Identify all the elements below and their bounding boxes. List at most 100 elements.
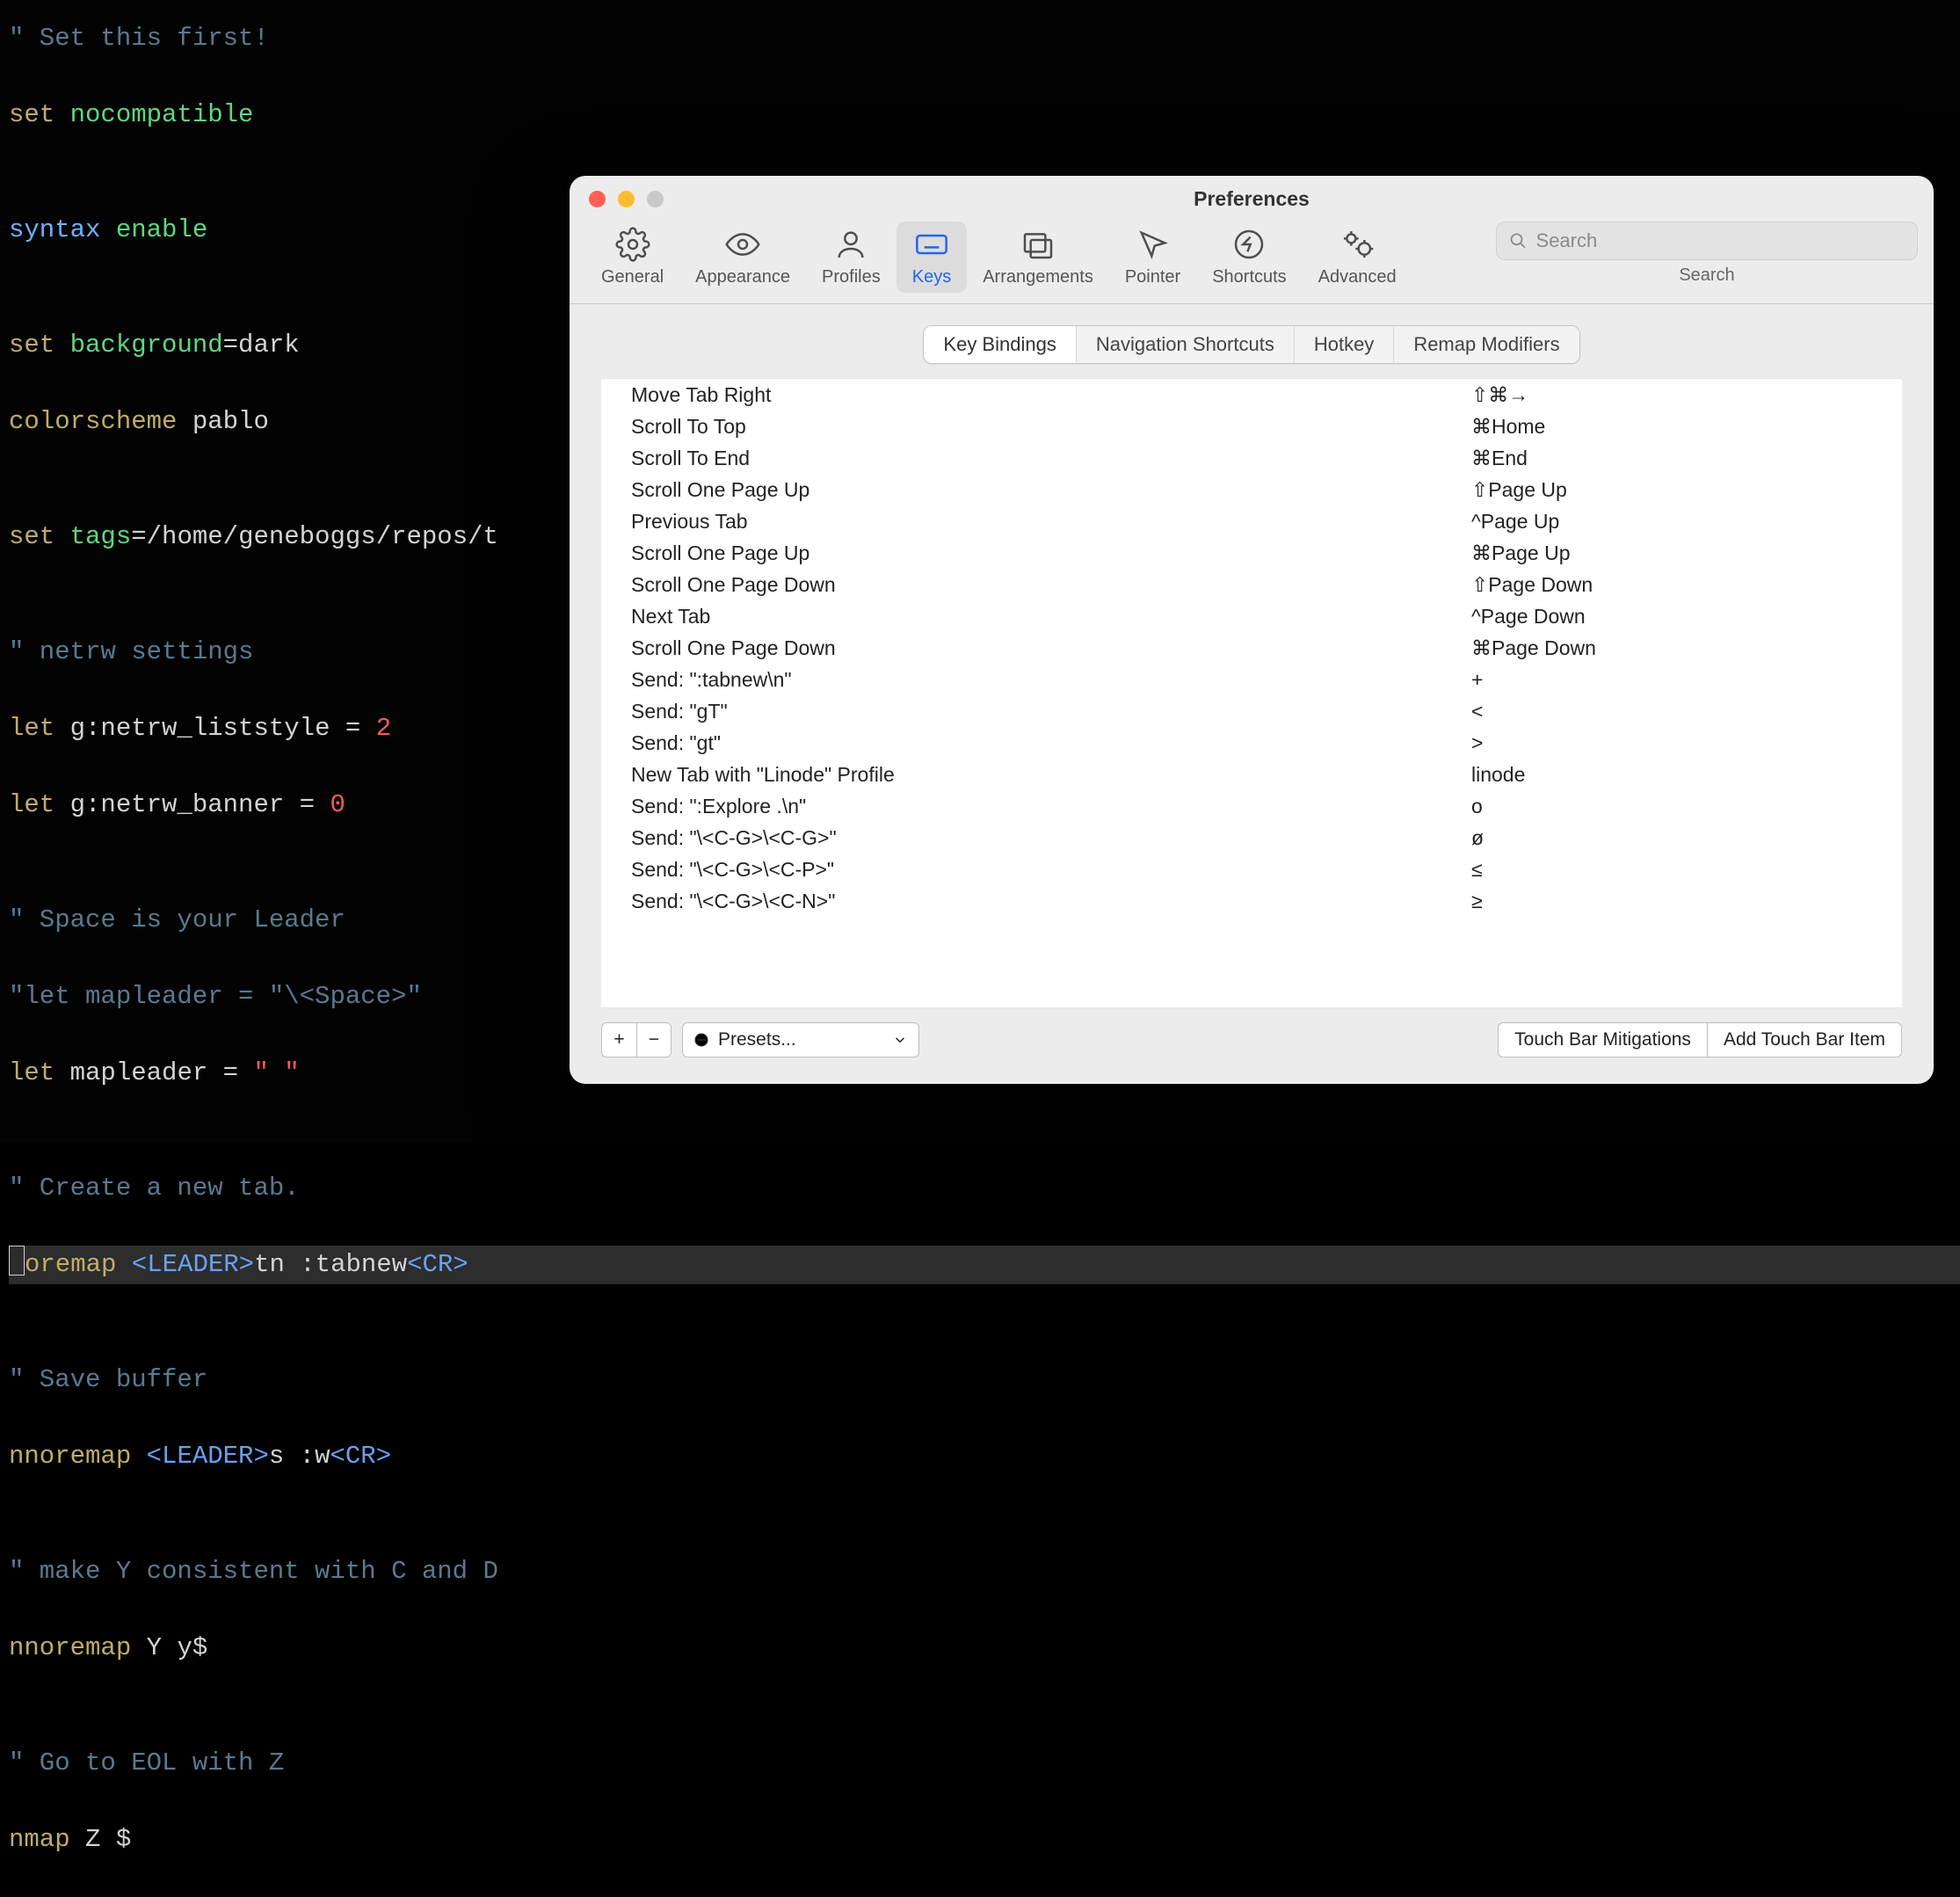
toolbar-tab-advanced[interactable]: Advanced <box>1303 222 1412 293</box>
key-binding-shortcut: > <box>1463 731 1902 755</box>
arrangements-icon <box>1020 227 1056 262</box>
key-binding-action: Send: "\<C-G>\<C-N>" <box>601 890 1463 913</box>
toolbar-tab-label: Advanced <box>1318 267 1397 287</box>
toolbar-tab-label: Profiles <box>822 267 881 287</box>
pointer-icon <box>1136 227 1171 262</box>
toolbar-tab-label: Appearance <box>695 267 790 287</box>
editor-line: " Create a new tab. <box>9 1169 1960 1208</box>
key-binding-shortcut: + <box>1463 668 1902 692</box>
key-binding-row[interactable]: Scroll One Page Down⌘Page Down <box>601 632 1902 664</box>
key-binding-row[interactable]: Send: ":tabnew\n"+ <box>601 664 1902 695</box>
editor-line: nmap Z $ <box>9 1821 1960 1859</box>
key-binding-row[interactable]: Previous Tab^Page Up <box>601 505 1902 537</box>
preferences-window: Preferences General Appearance Profiles Key… <box>570 176 1934 1084</box>
key-binding-shortcut: ⇧⌘→ <box>1463 383 1902 407</box>
touch-bar-mitigations-button[interactable]: Touch Bar Mitigations <box>1498 1022 1707 1058</box>
window-title: Preferences <box>570 187 1934 211</box>
key-binding-shortcut: ⌘Page Up <box>1463 541 1902 565</box>
toolbar-tab-label: Shortcuts <box>1212 267 1286 287</box>
toolbar-tab-keys[interactable]: Keys <box>897 222 967 293</box>
editor-line: set nocompatible <box>9 96 1960 134</box>
editor-line: " Save buffer <box>9 1361 1960 1399</box>
editor-line: " Go to EOL with Z <box>9 1744 1960 1783</box>
key-binding-row[interactable]: Send: ":Explore .\n"o <box>601 790 1902 822</box>
add-touch-bar-item-button[interactable]: Add Touch Bar Item <box>1707 1022 1902 1058</box>
toolbar-tab-general[interactable]: General <box>585 222 679 293</box>
presets-dropdown[interactable]: Presets... <box>682 1022 919 1058</box>
key-binding-action: New Tab with "Linode" Profile <box>601 763 1463 787</box>
key-binding-shortcut: < <box>1463 700 1902 723</box>
toolbar-search: Search <box>1496 222 1918 286</box>
toolbar-tab-label: Arrangements <box>983 267 1093 287</box>
toolbar-tab-label: Keys <box>912 267 951 287</box>
keys-icon <box>914 227 949 262</box>
editor-line: " Set this first! <box>9 19 1960 58</box>
key-binding-action: Scroll One Page Up <box>601 478 1463 502</box>
toolbar-tab-appearance[interactable]: Appearance <box>679 222 806 293</box>
subtab-hotkey[interactable]: Hotkey <box>1295 326 1394 363</box>
key-binding-action: Scroll To End <box>601 447 1463 470</box>
key-binding-row[interactable]: Scroll One Page Down⇧Page Down <box>601 569 1902 600</box>
key-binding-shortcut: ø <box>1463 826 1902 850</box>
key-binding-row[interactable]: Scroll To Top⌘Home <box>601 411 1902 442</box>
shortcuts-icon <box>1231 227 1267 262</box>
subtab-key-bindings[interactable]: Key Bindings <box>924 326 1076 363</box>
profiles-icon <box>833 227 868 262</box>
subtab-remap-modifiers[interactable]: Remap Modifiers <box>1394 326 1579 363</box>
appearance-icon <box>725 227 760 262</box>
key-binding-row[interactable]: Send: "\<C-G>\<C-G>"ø <box>601 822 1902 854</box>
key-bindings-list[interactable]: Move Tab Right⇧⌘→Scroll To Top⌘HomeScrol… <box>601 378 1902 1008</box>
presets-label: Presets... <box>718 1029 796 1050</box>
editor-line: nnoremap <LEADER>s :w<CR> <box>9 1437 1960 1476</box>
toolbar-tab-pointer[interactable]: Pointer <box>1109 222 1196 293</box>
toolbar-tab-profiles[interactable]: Profiles <box>806 222 897 293</box>
key-binding-action: Send: ":Explore .\n" <box>601 795 1463 818</box>
key-binding-action: Scroll To Top <box>601 415 1463 439</box>
key-binding-action: Scroll One Page Up <box>601 541 1463 565</box>
key-binding-action: Send: "gt" <box>601 731 1463 755</box>
key-binding-shortcut: ^Page Up <box>1463 510 1902 534</box>
key-binding-row[interactable]: New Tab with "Linode" Profilelinode <box>601 759 1902 790</box>
window-titlebar[interactable]: Preferences <box>570 176 1934 222</box>
key-binding-row[interactable]: Scroll To End⌘End <box>601 442 1902 474</box>
key-binding-shortcut: ⇧Page Down <box>1463 573 1902 597</box>
key-binding-action: Send: ":tabnew\n" <box>601 668 1463 692</box>
toolbar-tab-shortcuts[interactable]: Shortcuts <box>1196 222 1302 293</box>
key-binding-row[interactable]: Send: "gT"< <box>601 695 1902 727</box>
subtab-navigation-shortcuts[interactable]: Navigation Shortcuts <box>1077 326 1295 363</box>
key-binding-row[interactable]: Move Tab Right⇧⌘→ <box>601 379 1902 411</box>
touchbar-buttons: Touch Bar Mitigations Add Touch Bar Item <box>1498 1022 1902 1058</box>
key-binding-row[interactable]: Next Tab^Page Down <box>601 600 1902 632</box>
key-binding-row[interactable]: Send: "\<C-G>\<C-N>"≥ <box>601 885 1902 917</box>
key-binding-action: Next Tab <box>601 605 1463 629</box>
key-bindings-bottom-bar: + − Presets... Touch Bar Mitigations Add… <box>570 1008 1934 1084</box>
key-binding-row[interactable]: Scroll One Page Up⇧Page Up <box>601 474 1902 505</box>
search-icon <box>1509 231 1528 251</box>
toolbar-tab-label: General <box>601 267 664 287</box>
preferences-toolbar: General Appearance Profiles Keys Arrangement… <box>570 222 1934 304</box>
ellipsis-icon <box>693 1032 709 1048</box>
toolbar-tab-arrangements[interactable]: Arrangements <box>967 222 1109 293</box>
editor-line: oremap <LEADER>tn :tabnew<CR> <box>9 1246 1960 1284</box>
keys-subtab-bar: Key BindingsNavigation ShortcutsHotkeyRe… <box>570 304 1934 378</box>
editor-cursor <box>9 1246 25 1276</box>
key-binding-row[interactable]: Send: "\<C-G>\<C-P>"≤ <box>601 854 1902 885</box>
search-field[interactable] <box>1496 222 1918 260</box>
general-icon <box>615 227 650 262</box>
key-binding-action: Scroll One Page Down <box>601 573 1463 597</box>
key-binding-shortcut: ⌘Page Down <box>1463 636 1902 660</box>
remove-binding-button[interactable]: − <box>636 1022 671 1058</box>
search-input[interactable] <box>1536 229 1905 252</box>
key-binding-row[interactable]: Send: "gt"> <box>601 727 1902 759</box>
key-binding-action: Previous Tab <box>601 510 1463 534</box>
key-binding-action: Send: "\<C-G>\<C-G>" <box>601 826 1463 850</box>
key-binding-shortcut: ^Page Down <box>1463 605 1902 629</box>
key-binding-shortcut: ≥ <box>1463 890 1902 913</box>
list-edit-buttons: + − <box>601 1022 671 1058</box>
add-binding-button[interactable]: + <box>601 1022 636 1058</box>
key-binding-shortcut: o <box>1463 795 1902 818</box>
key-binding-action: Send: "gT" <box>601 700 1463 723</box>
key-binding-shortcut: ⌘Home <box>1463 415 1902 439</box>
key-binding-row[interactable]: Scroll One Page Up⌘Page Up <box>601 537 1902 569</box>
search-label: Search <box>1679 265 1734 286</box>
